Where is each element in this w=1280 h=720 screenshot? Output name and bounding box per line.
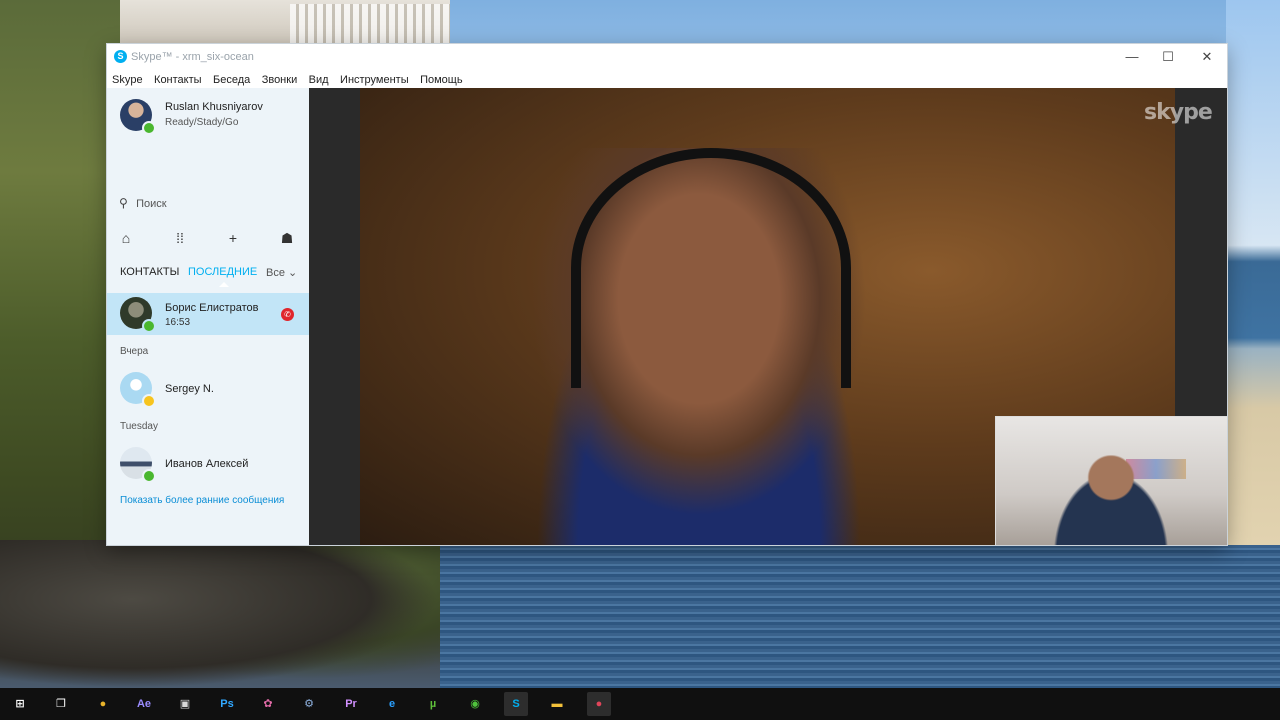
- online-status-icon: [142, 319, 156, 333]
- filter-label: Все: [266, 267, 285, 279]
- network-icon[interactable]: ⚙: [297, 692, 321, 716]
- task-view-icon[interactable]: ❐: [49, 692, 73, 716]
- profile-name[interactable]: Ruslan Khusniyarov: [165, 101, 263, 113]
- maximize-button[interactable]: ☐: [1153, 47, 1183, 67]
- search-icon: ⚲: [119, 196, 128, 210]
- chrome-icon[interactable]: ●: [91, 692, 115, 716]
- section-label-yesterday: Вчера: [120, 346, 149, 357]
- explorer-icon[interactable]: ▬: [545, 692, 569, 716]
- skype-watermark: skype: [1144, 100, 1213, 125]
- online-status-icon: [142, 121, 156, 135]
- tab-indicator: [219, 282, 229, 287]
- headset-shape: [571, 148, 851, 388]
- video-call-area[interactable]: skype: [309, 88, 1227, 545]
- skype-icon[interactable]: S: [504, 692, 528, 716]
- utorrent-icon[interactable]: µ: [421, 692, 445, 716]
- photoshop-icon[interactable]: Ps: [215, 692, 239, 716]
- ie-icon[interactable]: e: [380, 692, 404, 716]
- menu-view[interactable]: Вид: [309, 73, 329, 87]
- recent-item-ivanov[interactable]: Иванов Алексей: [107, 443, 309, 485]
- section-label-tuesday: Tuesday: [120, 421, 158, 432]
- contact-name: Борис Елистратов: [165, 302, 259, 314]
- profile-mood[interactable]: Ready/Stady/Go: [165, 117, 238, 128]
- skype-window: S Skype™ - xrm_six-ocean — ☐ ✕ Skype Кон…: [107, 44, 1227, 545]
- after-effects-icon[interactable]: Ae: [132, 692, 156, 716]
- self-view-video[interactable]: [995, 416, 1227, 545]
- window-title: Skype™ - xrm_six-ocean: [131, 51, 254, 63]
- premiere-icon[interactable]: Pr: [339, 692, 363, 716]
- maps-icon[interactable]: ◉: [463, 692, 487, 716]
- filter-dropdown[interactable]: Все ⌄: [266, 266, 297, 279]
- tab-contacts[interactable]: КОНТАКТЫ: [120, 266, 179, 278]
- search-input[interactable]: ⚲ Поиск: [119, 196, 299, 214]
- dialpad-icon[interactable]: ⁞⁞: [170, 230, 190, 246]
- record-icon[interactable]: ●: [587, 692, 611, 716]
- bot-icon[interactable]: ☗: [277, 230, 297, 247]
- contact-name: Sergey N.: [165, 383, 214, 395]
- app2-icon[interactable]: ✿: [256, 692, 280, 716]
- wallpaper-sky: [1226, 0, 1280, 545]
- menu-help[interactable]: Помощь: [420, 73, 463, 87]
- start-icon[interactable]: ⊞: [8, 692, 32, 716]
- skype-logo-icon: S: [114, 50, 127, 63]
- taskbar: ⊞ ❐ ● Ae ▣ Ps ✿ ⚙ Pr e µ ◉ S ▬ ●: [0, 688, 1280, 720]
- chevron-down-icon: ⌄: [288, 267, 298, 279]
- wallpaper-water: [300, 545, 1280, 688]
- menu-tools[interactable]: Инструменты: [340, 73, 409, 87]
- search-placeholder: Поиск: [136, 198, 167, 210]
- menu-skype[interactable]: Skype: [112, 73, 143, 87]
- away-status-icon: [142, 394, 156, 408]
- show-earlier-messages-link[interactable]: Показать более ранние сообщения: [120, 495, 284, 506]
- minimize-button[interactable]: —: [1117, 47, 1147, 67]
- contact-name: Иванов Алексей: [165, 458, 249, 470]
- menu-calls[interactable]: Звонки: [262, 73, 298, 87]
- menu-bar: Skype Контакты Беседа Звонки Вид Инструм…: [107, 70, 1227, 88]
- recent-item-sergey[interactable]: Sergey N.: [107, 368, 309, 410]
- wallpaper-rocks: [0, 540, 440, 688]
- menu-conversation[interactable]: Беседа: [213, 73, 250, 87]
- recent-item-active[interactable]: Борис Елистратов 16:53 ✆: [107, 293, 309, 335]
- sidebar: Ruslan Khusniyarov Ready/Stady/Go ⚲ Поис…: [107, 88, 309, 545]
- contact-tabs: КОНТАКТЫ ПОСЛЕДНИЕ Все ⌄: [107, 266, 309, 287]
- menu-contacts[interactable]: Контакты: [154, 73, 202, 87]
- tab-recent[interactable]: ПОСЛЕДНИЕ: [188, 266, 257, 278]
- end-call-icon[interactable]: ✆: [281, 308, 294, 321]
- close-button[interactable]: ✕: [1192, 47, 1222, 67]
- sidebar-toolbar: ⌂ ⁞⁞ + ☗: [107, 230, 309, 250]
- online-status-icon: [142, 469, 156, 483]
- self-participant: [1041, 455, 1181, 545]
- add-icon[interactable]: +: [223, 230, 243, 246]
- title-bar[interactable]: S Skype™ - xrm_six-ocean — ☐ ✕: [107, 44, 1227, 70]
- wallpaper-house: [120, 0, 450, 44]
- app-icon[interactable]: ▣: [173, 692, 197, 716]
- home-icon[interactable]: ⌂: [116, 230, 136, 246]
- contact-time: 16:53: [165, 317, 191, 328]
